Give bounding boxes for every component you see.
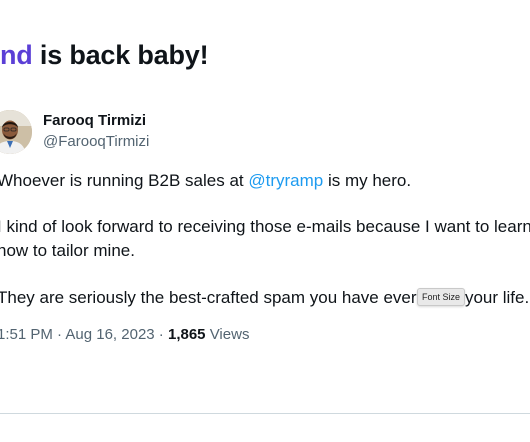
divider: [0, 413, 530, 414]
tweet-line-3: how to tailor mine.: [0, 241, 135, 260]
tweet-date[interactable]: Aug 16, 2023: [65, 326, 154, 343]
tweet-meta: 1:51 PM · Aug 16, 2023 · 1,865 Views: [0, 326, 249, 343]
tweet-text-segment: Whoever is running B2B sales at: [0, 171, 249, 190]
tweet-line-2: I kind of look forward to receiving thos…: [0, 217, 530, 236]
mention-link[interactable]: @tryramp: [248, 171, 323, 190]
page-headline: nd is back baby!: [0, 40, 209, 71]
headline-text: is back baby!: [32, 40, 209, 70]
tweet-time[interactable]: 1:51 PM: [0, 326, 53, 343]
page: nd is back baby! Farooq Tirmizi @FarooqT…: [0, 0, 530, 442]
avatar[interactable]: [0, 110, 32, 154]
views-count: 1,865: [167, 326, 206, 343]
author-name[interactable]: Farooq Tirmizi: [43, 112, 146, 129]
tweet-text-segment: They are seriously the best-crafted spam…: [0, 288, 427, 307]
tweet-text-segment: your life.: [464, 288, 530, 307]
tweet-line-1: Whoever is running B2B sales at @tryramp…: [0, 169, 530, 193]
font-size-tooltip: Font Size: [417, 288, 466, 306]
headline-accent: nd: [0, 40, 33, 70]
views-label: Views: [209, 326, 250, 343]
author-handle[interactable]: @FarooqTirmizi: [43, 133, 149, 150]
tweet-text-segment: is my hero.: [323, 171, 412, 190]
profile-photo-icon: [0, 110, 32, 154]
